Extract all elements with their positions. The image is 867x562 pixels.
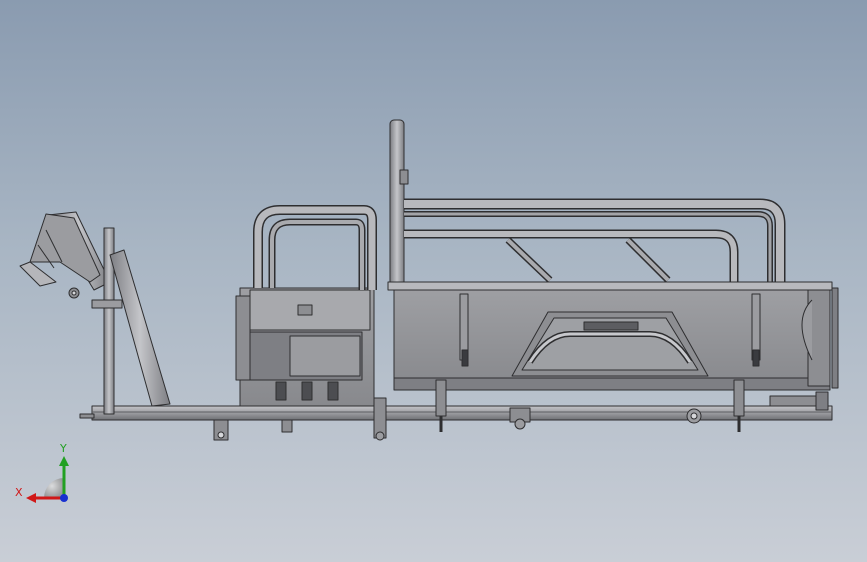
seat-box bbox=[235, 287, 375, 407]
z-axis-dot bbox=[60, 494, 68, 502]
cad-model-frame-side-view[interactable] bbox=[0, 0, 867, 562]
graphics-viewport[interactable]: Y X bbox=[0, 0, 867, 562]
cargo-bed-rail bbox=[404, 198, 786, 284]
chassis-rail bbox=[79, 405, 833, 441]
y-axis-label: Y bbox=[59, 442, 67, 455]
x-axis-label: X bbox=[15, 486, 23, 499]
seat-roll-hoop bbox=[253, 205, 377, 290]
cargo-bed-box bbox=[387, 281, 839, 391]
front-fork-assembly bbox=[19, 211, 171, 415]
orientation-triad: Y X bbox=[15, 442, 69, 503]
triad-plane-icon bbox=[44, 478, 64, 498]
